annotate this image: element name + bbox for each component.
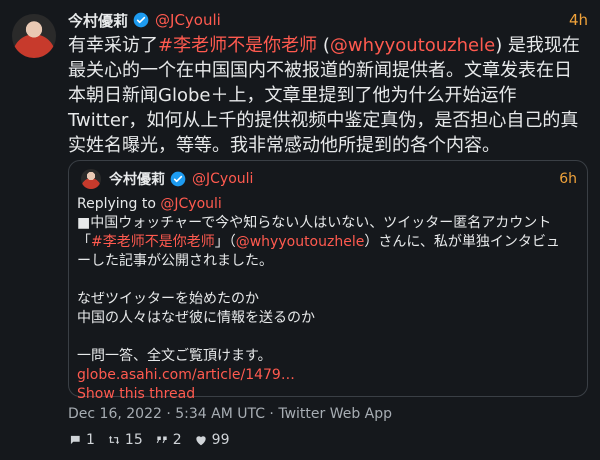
- hashtag-link[interactable]: #李老师不是你老师: [158, 35, 317, 56]
- quoted-tweet[interactable]: 今村優莉 @JCyouli 6h Replying to @JCyouli ■中…: [68, 160, 588, 402]
- quote-count: 2: [172, 432, 182, 448]
- tweet-actions: 1 15 2 99: [68, 432, 230, 448]
- verified-badge-icon: [133, 12, 149, 28]
- like-count: 99: [211, 432, 230, 448]
- author-name[interactable]: 今村優莉: [68, 10, 128, 31]
- heart-icon: [196, 436, 206, 446]
- quote-author-name[interactable]: 今村優莉: [109, 169, 165, 189]
- quote-author-handle[interactable]: @JCyouli: [192, 171, 253, 187]
- comment-count: 1: [86, 432, 95, 448]
- retweet-count: 15: [124, 432, 143, 448]
- author-handle[interactable]: @JCyouli: [155, 11, 221, 29]
- article-url-link[interactable]: globe.asahi.com/article/1479…: [77, 367, 295, 383]
- quote-button[interactable]: 2: [155, 432, 182, 448]
- verified-badge-icon: [170, 171, 186, 187]
- quote-header: 今村優莉 @JCyouli 6h: [81, 169, 577, 189]
- tweet-time[interactable]: 4h: [569, 11, 588, 29]
- retweet-button[interactable]: 15: [107, 432, 143, 448]
- quote-time[interactable]: 6h: [559, 171, 577, 187]
- tweet-card: 今村優莉 @JCyouli 4h 有幸采访了#李老师不是你老师 (@whyyou…: [0, 0, 600, 460]
- quote-mention-link[interactable]: @whyyoutouzhele: [236, 234, 365, 250]
- tweet-text-part: (: [317, 35, 330, 56]
- quote-hashtag-link[interactable]: #李老师不是你老师: [91, 234, 215, 250]
- tweet-meta[interactable]: Dec 16, 2022 · 5:34 AM UTC · Twitter Web…: [68, 406, 392, 422]
- tweet-text-part: 有幸采访了: [68, 35, 158, 56]
- quote-avatar[interactable]: [81, 169, 101, 189]
- avatar[interactable]: [12, 14, 56, 58]
- mention-link[interactable]: @whyyoutouzhele: [330, 35, 495, 56]
- quote-line-3: 中国の人々はなぜ彼に情報を送るのか: [77, 310, 315, 326]
- quote-icon: [156, 436, 167, 443]
- show-thread-link[interactable]: Show this thread: [77, 385, 195, 404]
- quote-line-4: 一問一答、全文ご覧頂けます。: [77, 348, 272, 364]
- replying-to: Replying to @JCyouli: [77, 196, 222, 212]
- tweet-header: 今村優莉 @JCyouli 4h: [68, 9, 588, 31]
- comment-button[interactable]: 1: [68, 432, 95, 448]
- tweet-text: 有幸采访了#李老师不是你老师 (@whyyoutouzhele) 是我现在最关心…: [68, 33, 584, 158]
- retweet-icon: [108, 435, 120, 445]
- quote-line-2: なぜツイッターを始めたのか: [77, 291, 259, 307]
- like-button[interactable]: 99: [194, 432, 230, 448]
- quote-body: Replying to @JCyouli ■中国ウォッチャーで今や知らない人はい…: [77, 195, 573, 404]
- quote-paragraph-1: ■中国ウォッチャーで今や知らない人はいない、ツイッター匿名アカウント「#李老师不…: [77, 215, 560, 269]
- replying-handle-link[interactable]: @JCyouli: [160, 196, 221, 212]
- comment-icon: [70, 435, 80, 445]
